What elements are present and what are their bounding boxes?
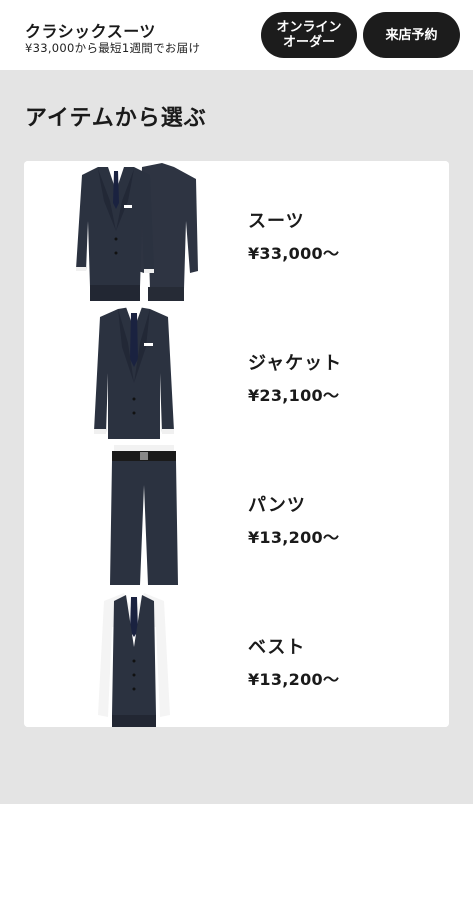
item-price: ¥13,200〜 [248, 528, 340, 547]
delivery-subtitle: ¥33,000から最短1週間でお届け [25, 41, 201, 55]
item-price: ¥33,000〜 [248, 244, 340, 263]
vest-image [98, 593, 170, 727]
item-name: スーツ [248, 211, 305, 232]
page-title: クラシックスーツ [25, 22, 156, 41]
page-header: クラシックスーツ ¥33,000から最短1週間でお届け オンライン オーダー 来… [0, 0, 473, 70]
store-reservation-button[interactable]: 来店予約 [363, 12, 460, 58]
item-price: ¥23,100〜 [248, 386, 340, 405]
jacket-image [94, 307, 174, 439]
pants-image [110, 445, 178, 585]
list-item-pants[interactable]: パンツ ¥13,200〜 [24, 445, 449, 585]
item-list: スーツ ¥33,000〜 ジャケット ¥23,100〜 パンツ ¥13,200〜… [24, 161, 449, 727]
suit-image [76, 163, 198, 301]
main-content: アイテムから選ぶ スーツ ¥33,000〜 ジャケット ¥23,100〜 パンツ… [0, 70, 473, 804]
item-name: ジャケット [248, 353, 343, 374]
list-item-vest[interactable]: ベスト ¥13,200〜 [24, 587, 449, 727]
section-title: アイテムから選ぶ [25, 106, 207, 131]
item-name: ベスト [248, 637, 306, 658]
item-price: ¥13,200〜 [248, 670, 340, 689]
online-order-button[interactable]: オンライン オーダー [261, 12, 357, 58]
item-name: パンツ [248, 495, 306, 516]
list-item-jacket[interactable]: ジャケット ¥23,100〜 [24, 303, 449, 443]
list-item-suit[interactable]: スーツ ¥33,000〜 [24, 161, 449, 301]
